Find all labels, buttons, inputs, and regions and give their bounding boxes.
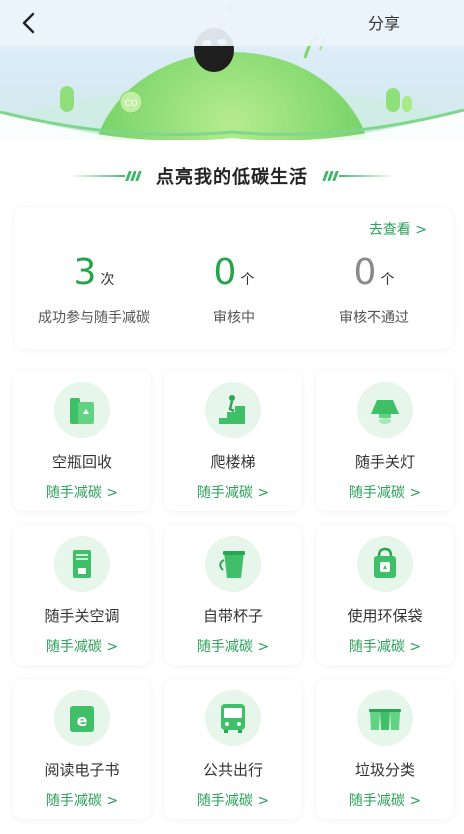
action-name: 随手关灯 (354, 453, 415, 471)
action-card-ac-off[interactable]: 随手关空调 随手减碳 > (13, 525, 151, 665)
action-name: 爬楼梯 (210, 453, 256, 471)
action-link[interactable]: 随手减碳 > (164, 482, 302, 502)
action-name: 垃圾分类 (354, 761, 415, 779)
svg-text:CO: CO (124, 99, 137, 109)
action-card-own-cup[interactable]: 自带杯子 随手减碳 > (164, 525, 302, 665)
recycle-bottle-icon (54, 382, 110, 438)
lamp-icon (357, 382, 413, 438)
header-banner: CO 分享 (0, 0, 464, 140)
stairs-icon (205, 382, 261, 438)
action-link[interactable]: 随手减碳 > (164, 790, 302, 810)
title-decoration-right (322, 171, 395, 181)
action-name: 阅读电子书 (44, 761, 120, 779)
ebook-icon: e (54, 690, 110, 746)
eco-bag-icon (357, 536, 413, 592)
view-records-link[interactable]: 去查看 > (369, 219, 427, 239)
stats-card: 去查看 > 3次 成功参与随手减碳 0个 审核中 0个 审核不通过 (15, 207, 453, 349)
stat-label: 审核不通过 (339, 310, 409, 326)
stat-reviewing: 0个 审核中 (161, 251, 307, 327)
action-card-stairs[interactable]: 爬楼梯 随手减碳 > (164, 371, 302, 511)
page-title: 点亮我的低碳生活 (156, 167, 308, 188)
action-card-garbage-sorting[interactable]: 垃圾分类 随手减碳 > (316, 679, 454, 819)
action-link[interactable]: 随手减碳 > (13, 482, 151, 502)
action-name: 自带杯子 (202, 607, 263, 625)
action-card-eco-bag[interactable]: 使用环保袋 随手减碳 > (316, 525, 454, 665)
stat-rejected: 0个 审核不通过 (301, 251, 447, 327)
cup-icon (205, 536, 261, 592)
action-link[interactable]: 随手减碳 > (164, 636, 302, 656)
action-link[interactable]: 随手减碳 > (13, 790, 151, 810)
chevron-left-icon (22, 12, 35, 34)
action-name: 空瓶回收 (51, 453, 112, 471)
stat-unit: 个 (240, 272, 255, 288)
stat-value: 0 (353, 252, 377, 293)
section-title-row: 点亮我的低碳生活 (0, 158, 464, 194)
stat-label: 审核中 (213, 310, 255, 326)
stat-unit: 个 (380, 272, 395, 288)
action-name: 公共出行 (202, 761, 263, 779)
action-card-public-transit[interactable]: 公共出行 随手减碳 > (164, 679, 302, 819)
share-button[interactable]: 分享 (368, 10, 400, 34)
action-card-lights-off[interactable]: 随手关灯 随手减碳 > (316, 371, 454, 511)
stat-value: 3 (73, 252, 97, 293)
action-link[interactable]: 随手减碳 > (316, 790, 454, 810)
action-name: 使用环保袋 (347, 607, 423, 625)
stat-label: 成功参与随手减碳 (38, 310, 150, 326)
action-name: 随手关空调 (44, 607, 120, 625)
action-link[interactable]: 随手减碳 > (316, 482, 454, 502)
air-conditioner-icon (54, 536, 110, 592)
stat-success: 3次 成功参与随手减碳 (21, 251, 167, 327)
action-link[interactable]: 随手减碳 > (316, 636, 454, 656)
stat-unit: 次 (100, 272, 115, 288)
trash-bins-icon (357, 690, 413, 746)
svg-text:e: e (77, 711, 88, 730)
back-button[interactable] (14, 8, 44, 38)
top-bar: 分享 (0, 0, 464, 46)
title-decoration-left (69, 171, 142, 181)
action-card-ebook[interactable]: e 阅读电子书 随手减碳 > (13, 679, 151, 819)
action-card-bottle-recycle[interactable]: 空瓶回收 随手减碳 > (13, 371, 151, 511)
stat-value: 0 (213, 252, 237, 293)
bus-icon (205, 690, 261, 746)
action-link[interactable]: 随手减碳 > (13, 636, 151, 656)
